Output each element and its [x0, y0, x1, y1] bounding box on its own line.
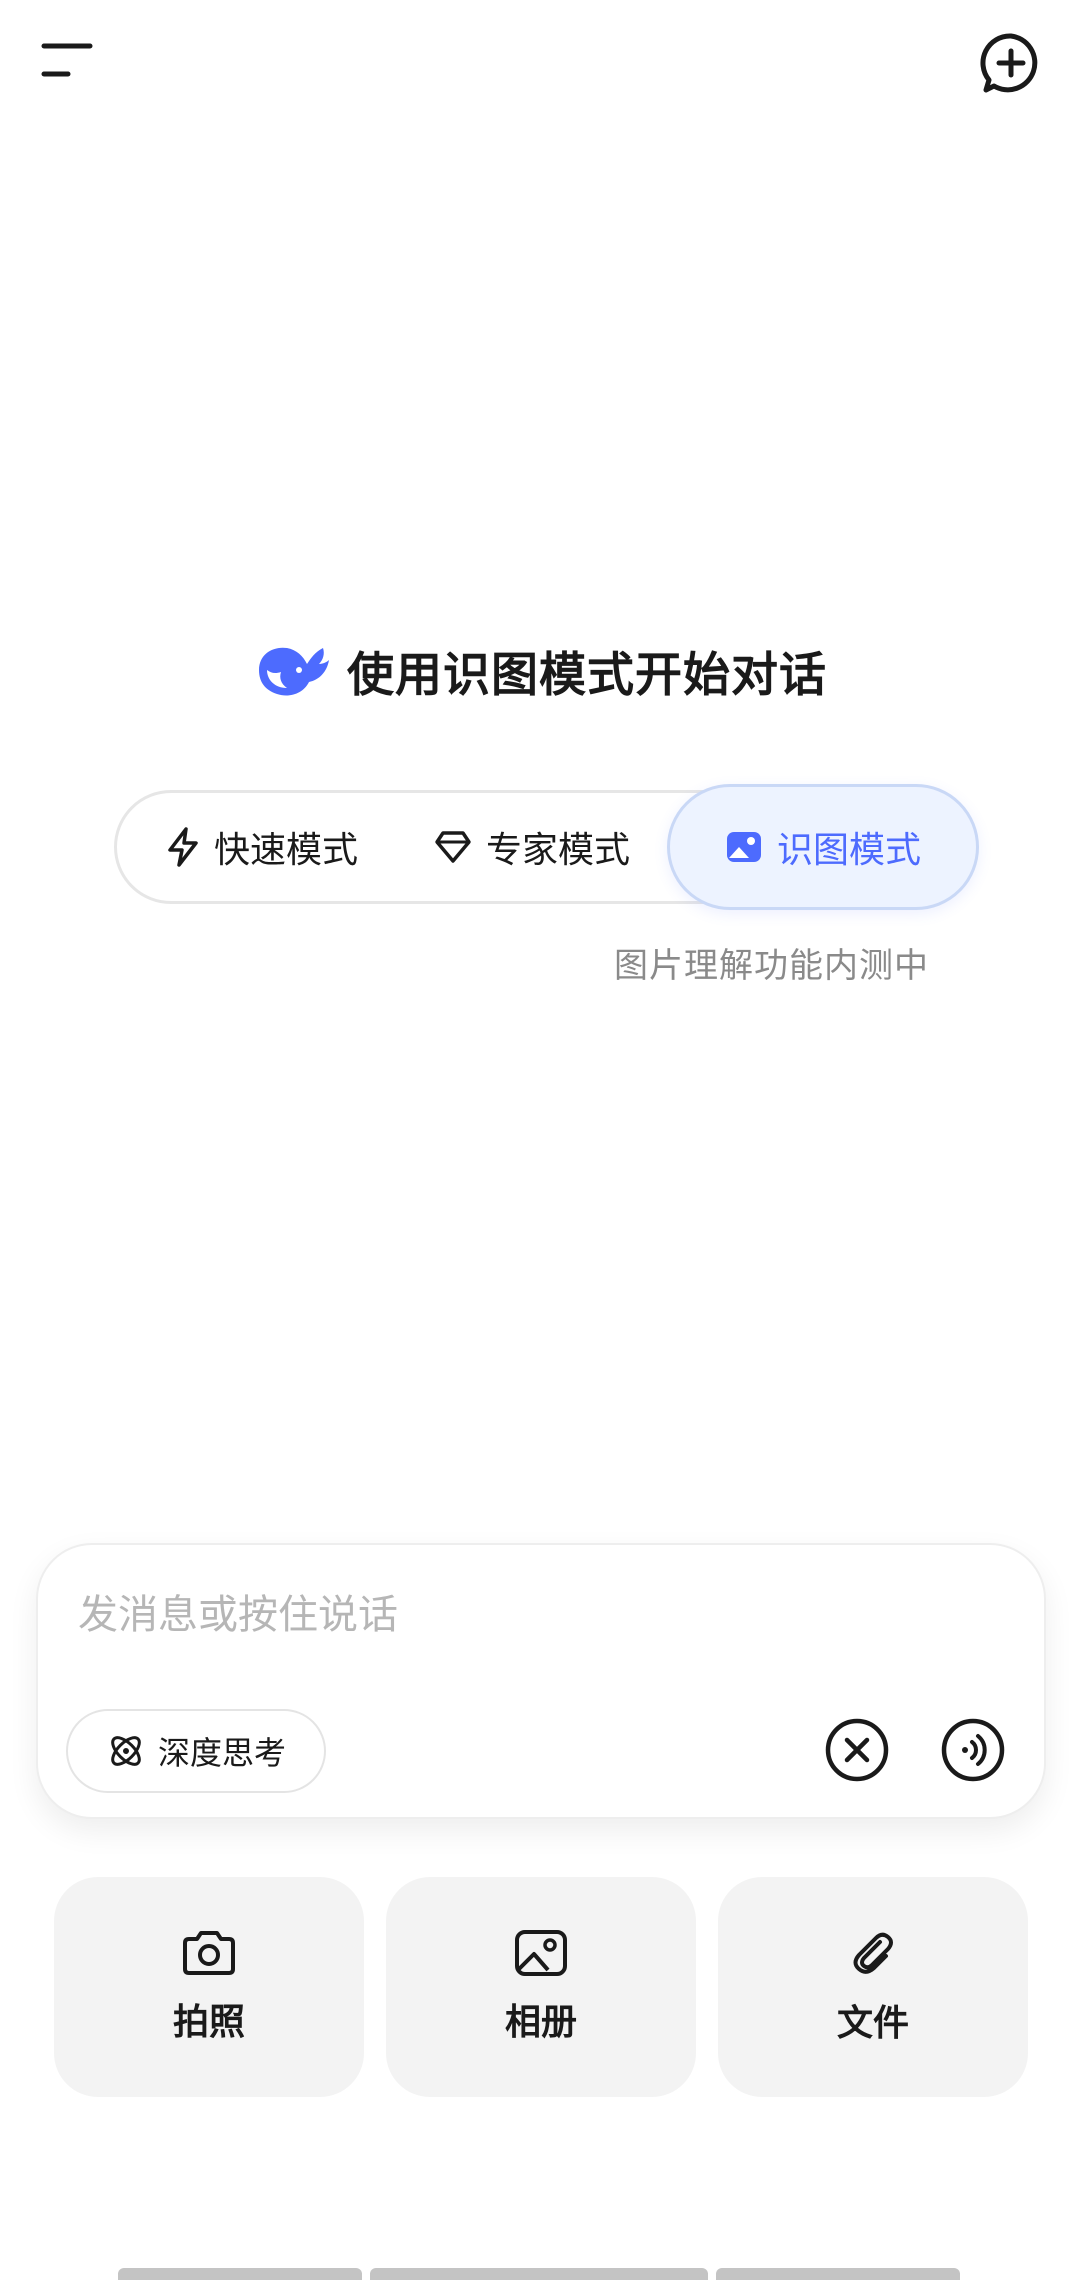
gesture-bar-right: [716, 2268, 960, 2280]
mode-tab-label: 专家模式: [485, 830, 630, 871]
album-action-button[interactable]: 相册: [386, 1877, 696, 2097]
menu-button[interactable]: [40, 40, 100, 90]
diamond-icon: [435, 831, 471, 863]
photo-album-icon: [515, 1930, 567, 1976]
mode-tab-label: 识图模式: [776, 830, 921, 871]
new-chat-icon: [980, 33, 1038, 93]
deepthink-label: 深度思考: [157, 1734, 286, 1772]
gesture-bar-left: [118, 2268, 362, 2280]
voice-button[interactable]: [940, 1717, 1006, 1783]
welcome-header: 使用识图模式开始对话: [0, 630, 1080, 710]
file-action-button[interactable]: 文件: [718, 1877, 1028, 2097]
lightning-icon: [168, 827, 198, 867]
deepthink-button[interactable]: 深度思考: [66, 1709, 326, 1793]
beta-note: 图片理解功能内测中: [614, 946, 929, 986]
new-chat-button[interactable]: [978, 30, 1044, 96]
mode-tab-vision[interactable]: 识图模式: [667, 784, 979, 910]
gesture-bar-center: [370, 2268, 708, 2280]
close-circle-icon: [825, 1718, 889, 1782]
clear-button[interactable]: [824, 1717, 890, 1783]
mode-tab-label: 快速模式: [213, 830, 358, 871]
message-composer: 深度思考: [36, 1543, 1046, 1819]
menu-icon: [41, 43, 93, 77]
image-icon: [726, 832, 761, 862]
mode-selector: 快速模式 专家模式 识图模式: [114, 784, 979, 910]
action-label: 文件: [836, 2003, 909, 2044]
voice-wave-icon: [941, 1718, 1005, 1782]
welcome-title: 使用识图模式开始对话: [347, 647, 827, 703]
camera-icon: [183, 1931, 235, 1975]
mode-tab-expert[interactable]: 专家模式: [417, 790, 647, 904]
action-label: 相册: [504, 2002, 577, 2043]
camera-action-button[interactable]: 拍照: [54, 1877, 364, 2097]
paperclip-icon: [853, 1932, 893, 1974]
mode-tab-fast[interactable]: 快速模式: [147, 790, 377, 904]
action-label: 拍照: [172, 2002, 245, 2043]
atom-icon: [111, 1736, 141, 1766]
whale-logo-icon: [259, 647, 329, 696]
message-input[interactable]: [78, 1585, 978, 1645]
